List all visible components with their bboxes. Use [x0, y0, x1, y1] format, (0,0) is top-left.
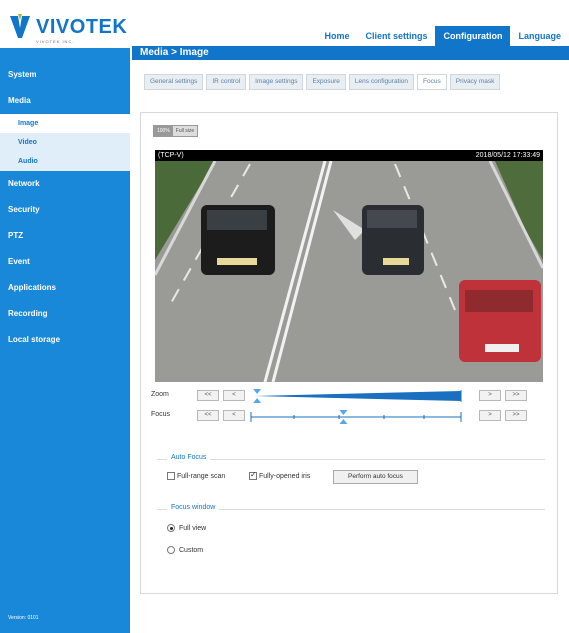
page-title: Media > Image — [132, 46, 569, 60]
brand-name: VIVOTEK — [36, 16, 128, 38]
focus-forward-button[interactable]: > — [479, 410, 501, 421]
full-view-option[interactable]: Full view — [167, 524, 206, 532]
fully-opened-iris-label: Fully-opened iris — [259, 472, 311, 480]
full-view-label: Full view — [179, 524, 207, 532]
sidebar: System Media Image Video Audio Network S… — [0, 48, 130, 633]
logo-icon — [10, 14, 30, 38]
nav-language[interactable]: Language — [510, 26, 569, 46]
tab-ir-control[interactable]: IR control — [206, 74, 247, 90]
zoom-back-button[interactable]: < — [223, 390, 245, 401]
sidebar-item-applications[interactable]: Applications — [0, 275, 130, 301]
sidebar-item-media[interactable]: Media — [0, 88, 130, 114]
zoom-forward-button[interactable]: > — [479, 390, 501, 401]
zoom-label: Zoom — [151, 391, 169, 398]
top-navigation: Home Client settings Configuration Langu… — [316, 26, 569, 46]
full-range-scan-option[interactable]: Full-range scan — [167, 472, 225, 480]
firmware-version: Version: 0101 — [8, 615, 39, 621]
auto-focus-legend: Auto Focus — [167, 454, 211, 461]
image-subtabs: General settings IR control Image settin… — [144, 74, 564, 92]
zoom-fast-back-button[interactable]: << — [197, 390, 219, 401]
perform-auto-focus-button[interactable]: Perform auto focus — [333, 470, 418, 484]
auto-focus-group: Auto Focus Full-range scan Fully-opened … — [157, 454, 545, 499]
tab-image-settings[interactable]: Image settings — [249, 74, 304, 90]
zoom-fast-forward-button[interactable]: >> — [505, 390, 527, 401]
sidebar-subitem-image[interactable]: Image — [0, 114, 130, 133]
focus-label: Focus — [151, 411, 171, 418]
fully-opened-iris-checkbox[interactable] — [249, 470, 257, 480]
tab-privacy-mask[interactable]: Privacy mask — [449, 74, 501, 90]
sidebar-item-local-storage[interactable]: Local storage — [0, 327, 130, 353]
focus-panel: 100% Full size (TCP-V) 2018/05/12 17:33:… — [140, 112, 558, 594]
media-submenu: Image Video Audio — [0, 114, 130, 171]
focus-fast-forward-button[interactable]: >> — [505, 410, 527, 421]
sidebar-item-event[interactable]: Event — [0, 249, 130, 275]
custom-label: Custom — [179, 546, 204, 554]
zoom-control: Zoom << < > >> — [149, 389, 551, 403]
tab-lens-configuration[interactable]: Lens configuration — [348, 74, 415, 90]
sidebar-subitem-video[interactable]: Video — [0, 133, 130, 152]
live-video[interactable]: (TCP-V) 2018/05/12 17:33:49 — [155, 150, 543, 382]
header: VIVOTEK VIVOTEK INC. Home Client setting… — [0, 0, 569, 48]
video-channel: (TCP-V) — [158, 152, 184, 159]
tab-general-settings[interactable]: General settings — [144, 74, 204, 90]
full-range-scan-checkbox[interactable] — [167, 472, 175, 480]
nav-home[interactable]: Home — [316, 26, 357, 46]
focus-window-group: Focus window Full view Custom — [157, 504, 545, 569]
tab-focus[interactable]: Focus — [417, 74, 447, 90]
tab-exposure[interactable]: Exposure — [306, 74, 346, 90]
custom-option[interactable]: Custom — [167, 546, 203, 554]
brand-tagline: VIVOTEK INC. — [36, 39, 75, 44]
video-timestamp: 2018/05/12 17:33:49 — [475, 152, 540, 159]
sidebar-item-ptz[interactable]: PTZ — [0, 223, 130, 249]
focus-window-legend: Focus window — [167, 504, 220, 511]
view-100-percent[interactable]: 100% — [154, 126, 173, 136]
video-overlay-bar: (TCP-V) 2018/05/12 17:33:49 — [155, 150, 543, 161]
view-size-toggle[interactable]: 100% Full size — [153, 125, 199, 137]
main-content: General settings IR control Image settin… — [140, 66, 560, 596]
focus-slider[interactable] — [249, 409, 469, 425]
full-view-radio[interactable] — [167, 524, 175, 532]
focus-back-button[interactable]: < — [223, 410, 245, 421]
view-full-size[interactable]: Full size — [172, 126, 198, 136]
full-range-scan-label: Full-range scan — [177, 472, 226, 480]
sidebar-item-system[interactable]: System — [0, 62, 130, 88]
zoom-slider[interactable] — [249, 389, 469, 403]
nav-client-settings[interactable]: Client settings — [357, 26, 435, 46]
sidebar-item-security[interactable]: Security — [0, 197, 130, 223]
focus-fast-back-button[interactable]: << — [197, 410, 219, 421]
sidebar-item-network[interactable]: Network — [0, 171, 130, 197]
custom-radio[interactable] — [167, 546, 175, 554]
fully-opened-iris-option[interactable]: Fully-opened iris — [249, 470, 311, 480]
nav-configuration[interactable]: Configuration — [435, 26, 511, 46]
focus-control: Focus << < > >> — [149, 409, 551, 425]
sidebar-subitem-audio[interactable]: Audio — [0, 152, 130, 171]
brand-logo[interactable]: VIVOTEK VIVOTEK INC. — [8, 10, 127, 44]
video-frame — [155, 150, 543, 382]
sidebar-item-recording[interactable]: Recording — [0, 301, 130, 327]
